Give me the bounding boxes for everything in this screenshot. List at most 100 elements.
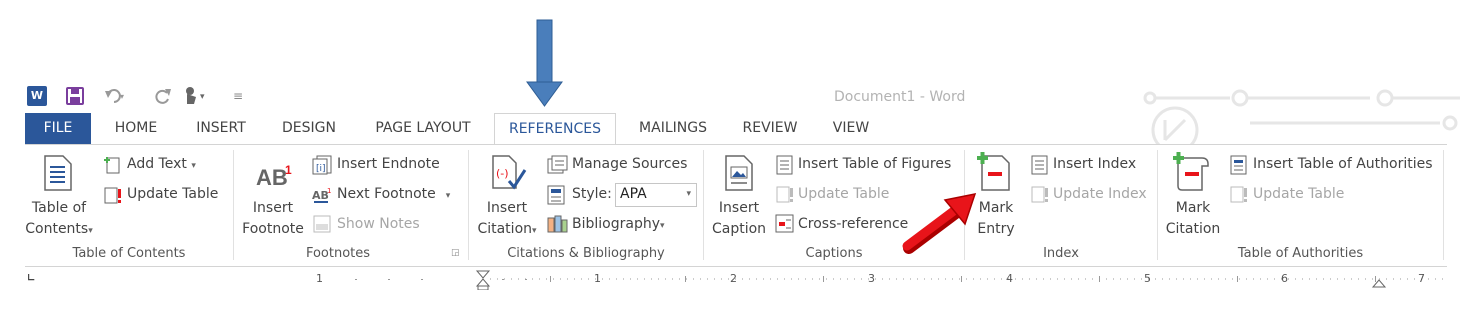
tab-view[interactable]: VIEW: [825, 113, 877, 144]
chevron-down-icon: ▾: [191, 161, 196, 171]
ruler-number: 6: [1281, 272, 1288, 285]
ribbon-tabs: FILE HOME INSERT DESIGN PAGE LAYOUT REFE…: [25, 113, 1447, 145]
insert-endnote-icon: [i]: [312, 155, 332, 175]
insert-footnote-label-2: Footnote: [242, 221, 304, 237]
insert-table-of-authorities-icon: [1230, 155, 1247, 175]
style-icon: [547, 185, 565, 205]
update-table-icon: [104, 187, 121, 204]
group-separator: [233, 150, 234, 260]
svg-text:AB: AB: [256, 165, 288, 190]
insert-table-of-figures-icon: [776, 155, 793, 175]
table-of-contents-label-2-text: Contents: [25, 221, 89, 237]
group-label-index: Index: [1043, 246, 1079, 261]
tab-selector-icon[interactable]: ∟: [27, 274, 37, 284]
insert-citation-icon: (-): [492, 155, 527, 190]
tab-mailings[interactable]: MAILINGS: [629, 113, 717, 144]
ruler-number: 1: [594, 272, 601, 285]
show-notes-icon: [313, 215, 331, 233]
chevron-down-icon: ▾: [532, 226, 537, 236]
table-of-contents-button[interactable]: Table of Contents▾: [25, 198, 93, 242]
chevron-down-icon: ▾: [88, 226, 93, 236]
tab-file[interactable]: FILE: [25, 113, 91, 144]
table-of-contents-icon: [44, 155, 72, 191]
group-separator: [1443, 150, 1444, 260]
redo-icon[interactable]: [154, 87, 172, 105]
insert-citation-label-2: Citation▾: [472, 219, 542, 242]
bibliography-icon: [547, 215, 568, 233]
next-footnote-button[interactable]: Next Footnote ▾: [337, 186, 450, 202]
update-table-figures-icon: [776, 186, 793, 203]
mark-entry-icon: [977, 152, 1010, 191]
insert-footnote-button[interactable]: Insert Footnote: [240, 198, 306, 240]
group-label-table-of-authorities: Table of Authorities: [1237, 246, 1364, 261]
tab-page-layout[interactable]: PAGE LAYOUT: [367, 113, 479, 144]
mark-citation-label-1: Mark: [1175, 200, 1211, 216]
insert-caption-button[interactable]: Insert Caption: [707, 198, 771, 240]
svg-text:(-): (-): [496, 167, 509, 180]
group-separator: [1157, 150, 1158, 260]
chevron-down-icon: ▾: [660, 221, 665, 231]
show-notes-button[interactable]: Show Notes: [337, 216, 420, 232]
table-of-contents-label-1: Table of: [31, 200, 87, 216]
annotation-arrow-red: [902, 193, 977, 254]
insert-citation-button[interactable]: Insert Citation▾: [472, 198, 542, 242]
update-table-authorities-button[interactable]: Update Table: [1253, 186, 1344, 202]
update-table-authorities-icon: [1230, 186, 1247, 203]
manage-sources-icon: [547, 155, 568, 174]
insert-citation-label-1: Insert: [486, 200, 528, 216]
insert-footnote-icon: AB 1: [256, 163, 292, 190]
mark-citation-button[interactable]: Mark Citation: [1160, 198, 1226, 240]
horizontal-ruler[interactable]: ∟ 1 1 2 3 4 5 6 7: [25, 268, 1447, 290]
insert-footnote-label-1: Insert: [252, 200, 294, 216]
svg-text:▾: ▾: [200, 92, 205, 102]
next-footnote-label: Next Footnote: [337, 186, 436, 202]
tab-insert[interactable]: INSERT: [185, 113, 257, 144]
dialog-launcher-icon[interactable]: ◲: [451, 248, 460, 258]
ruler-number: 2: [730, 272, 737, 285]
customize-qat-icon[interactable]: ≡: [233, 89, 243, 103]
mark-citation-label-2: Citation: [1165, 221, 1221, 237]
tab-review[interactable]: REVIEW: [735, 113, 805, 144]
insert-index-icon: [1031, 155, 1048, 175]
insert-table-of-authorities-button[interactable]: Insert Table of Authorities: [1253, 156, 1433, 172]
add-text-button[interactable]: Add Text ▾: [127, 156, 196, 172]
insert-caption-icon: [725, 155, 753, 191]
ruler-number: 7: [1418, 272, 1425, 285]
group-label-citations: Citations & Bibliography: [507, 246, 665, 261]
group-label-footnotes: Footnotes: [305, 246, 371, 261]
ruler-number: 5: [1144, 272, 1151, 285]
svg-text:▾: ▾: [120, 92, 124, 101]
cross-reference-button[interactable]: Cross-reference: [798, 216, 908, 232]
update-table-figures-button[interactable]: Update Table: [798, 186, 889, 202]
update-table-button[interactable]: Update Table: [127, 186, 218, 202]
style-dropdown[interactable]: APA ▾: [615, 183, 697, 207]
ruler-number: 3: [868, 272, 875, 285]
manage-sources-button[interactable]: Manage Sources: [572, 156, 687, 172]
bibliography-button[interactable]: Bibliography▾: [572, 216, 665, 232]
cross-reference-icon: [775, 214, 794, 233]
save-icon[interactable]: [66, 87, 84, 105]
style-dropdown-value: APA: [620, 186, 647, 202]
ruler-number: 1: [316, 272, 323, 285]
add-text-icon: [104, 157, 120, 174]
tab-design[interactable]: DESIGN: [273, 113, 345, 144]
insert-index-button[interactable]: Insert Index: [1053, 156, 1136, 172]
group-separator: [703, 150, 704, 260]
ruler-number: 4: [1006, 272, 1013, 285]
update-index-button[interactable]: Update Index: [1053, 186, 1147, 202]
word-logo-icon[interactable]: W: [27, 86, 47, 106]
svg-text:1: 1: [327, 187, 331, 195]
tab-home[interactable]: HOME: [105, 113, 167, 144]
update-index-icon: [1031, 186, 1048, 203]
mark-citation-icon: [1173, 152, 1209, 191]
style-label: Style:: [572, 186, 612, 202]
insert-table-of-figures-button[interactable]: Insert Table of Figures: [798, 156, 951, 172]
tab-references[interactable]: REFERENCES: [494, 113, 616, 145]
insert-citation-label-2-text: Citation: [477, 221, 533, 237]
group-separator: [468, 150, 469, 260]
add-text-label: Add Text: [127, 156, 187, 172]
touch-mode-icon[interactable]: ▾: [182, 85, 214, 107]
insert-endnote-button[interactable]: Insert Endnote: [337, 156, 440, 172]
undo-icon[interactable]: ▾: [104, 87, 126, 105]
bibliography-label: Bibliography: [572, 216, 660, 232]
